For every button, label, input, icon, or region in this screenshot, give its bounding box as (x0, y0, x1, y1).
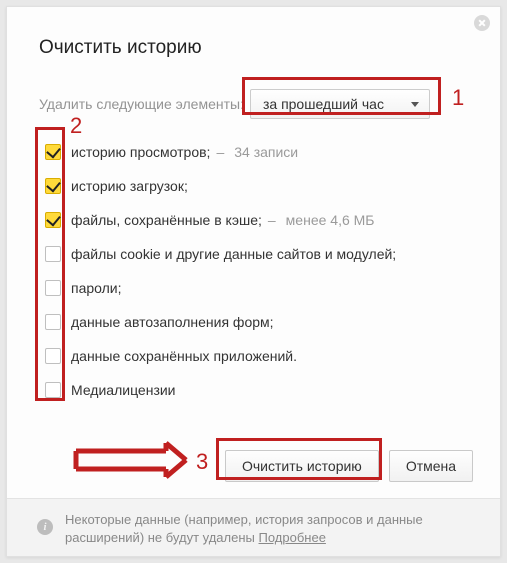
footer-text: Некоторые данные (например, история запр… (65, 512, 423, 545)
time-range-label: Удалить следующие элементы: (39, 96, 244, 112)
checkbox-3[interactable] (45, 246, 61, 262)
time-range-value: за прошедший час (263, 96, 384, 112)
check-item-7: Медиалицензии (45, 373, 396, 407)
dialog-buttons: Очистить историю Отмена (225, 450, 473, 482)
learn-more-link[interactable]: Подробнее (259, 530, 326, 545)
chevron-down-icon (411, 102, 419, 107)
time-range-select[interactable]: за прошедший час (250, 89, 430, 119)
time-range-row: Удалить следующие элементы: за прошедший… (39, 89, 430, 119)
check-suffix-2: менее 4,6 МБ (286, 212, 375, 228)
check-item-0: историю просмотров;–34 записи (45, 135, 396, 169)
cancel-button[interactable]: Отмена (389, 450, 473, 482)
clear-history-dialog: Очистить историю Удалить следующие элеме… (6, 6, 501, 557)
separator: – (216, 144, 224, 160)
check-item-5: данные автозаполнения форм; (45, 305, 396, 339)
check-label-5: данные автозаполнения форм; (71, 314, 274, 330)
check-item-4: пароли; (45, 271, 396, 305)
check-item-6: данные сохранённых приложений. (45, 339, 396, 373)
checkbox-0[interactable] (45, 144, 61, 160)
checkbox-5[interactable] (45, 314, 61, 330)
check-label-0: историю просмотров; (71, 144, 210, 160)
checkbox-1[interactable] (45, 178, 61, 194)
footer-note: i Некоторые данные (например, история за… (7, 498, 500, 556)
check-label-2: файлы, сохранённые в кэше; (71, 212, 262, 228)
check-item-3: файлы cookie и другие данные сайтов и мо… (45, 237, 396, 271)
checkbox-7[interactable] (45, 382, 61, 398)
check-label-3: файлы cookie и другие данные сайтов и мо… (71, 246, 396, 262)
clear-history-button[interactable]: Очистить историю (225, 450, 379, 482)
checkbox-4[interactable] (45, 280, 61, 296)
check-suffix-0: 34 записи (234, 144, 298, 160)
check-item-2: файлы, сохранённые в кэше;–менее 4,6 МБ (45, 203, 396, 237)
check-label-7: Медиалицензии (71, 382, 176, 398)
check-label-4: пароли; (71, 280, 122, 296)
check-label-1: историю загрузок; (71, 178, 188, 194)
cancel-button-label: Отмена (406, 458, 456, 474)
checkbox-6[interactable] (45, 348, 61, 364)
checkbox-list: историю просмотров;–34 записиисторию заг… (45, 135, 396, 407)
close-icon[interactable] (474, 15, 490, 31)
dialog-title: Очистить историю (39, 37, 202, 59)
check-item-1: историю загрузок; (45, 169, 396, 203)
info-icon: i (37, 519, 53, 535)
checkbox-2[interactable] (45, 212, 61, 228)
clear-history-button-label: Очистить историю (242, 458, 362, 474)
check-label-6: данные сохранённых приложений. (71, 348, 297, 364)
separator: – (268, 212, 276, 228)
